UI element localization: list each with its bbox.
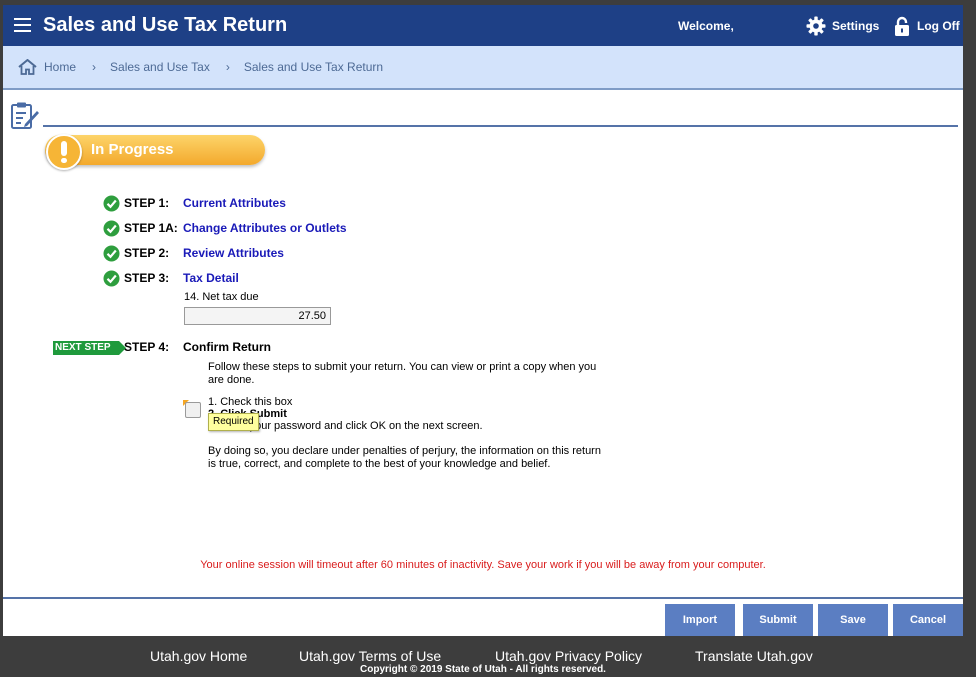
- cancel-button[interactable]: Cancel: [893, 604, 963, 636]
- footer-divider: [3, 597, 963, 599]
- edit-document-icon: [11, 102, 39, 129]
- declaration-text: By doing so, you declare under penalties…: [208, 445, 601, 470]
- footer-link-terms[interactable]: Utah.gov Terms of Use: [299, 648, 441, 664]
- step-4-label: STEP 4:: [124, 340, 170, 354]
- settings-button[interactable]: Settings: [806, 16, 879, 36]
- app-window: Sales and Use Tax Return Welcome, Settin…: [3, 5, 963, 636]
- step-label: STEP 1:: [124, 196, 170, 210]
- step-link-current-attributes[interactable]: Current Attributes: [183, 196, 286, 210]
- confirm-intro-text: Follow these steps to submit your return…: [208, 361, 597, 386]
- top-bar: Sales and Use Tax Return Welcome, Settin…: [3, 5, 963, 46]
- step-4-title: Confirm Return: [183, 340, 271, 354]
- exclamation-icon: [46, 134, 82, 170]
- step-1-row: STEP 1: Current Attributes: [103, 193, 286, 213]
- home-icon[interactable]: [18, 59, 37, 75]
- check-circle-icon: [103, 270, 120, 286]
- step-2-row: STEP 2: Review Attributes: [103, 243, 284, 263]
- step-link-review-attributes[interactable]: Review Attributes: [183, 246, 284, 260]
- copyright-text: Copyright © 2019 State of Utah - All rig…: [360, 664, 606, 675]
- step-label: STEP 1A:: [124, 221, 178, 235]
- lock-icon: [895, 16, 909, 36]
- instruction-enter-password: 3. Enter your password and click OK on t…: [208, 420, 483, 432]
- breadcrumb-home[interactable]: Home: [44, 60, 76, 74]
- net-tax-label: 14. Net tax due: [184, 291, 259, 303]
- next-step-badge: NEXT STEP: [53, 341, 126, 355]
- footer-link-translate[interactable]: Translate Utah.gov: [695, 648, 813, 664]
- gear-icon: [806, 16, 826, 36]
- log-off-label: Log Off: [917, 19, 960, 33]
- breadcrumb-bar: Home › Sales and Use Tax › Sales and Use…: [3, 46, 963, 90]
- chevron-right-icon: ›: [92, 60, 97, 74]
- import-button[interactable]: Import: [665, 604, 735, 636]
- step-link-tax-detail[interactable]: Tax Detail: [183, 271, 239, 285]
- breadcrumb-sales-and-use-tax[interactable]: Sales and Use Tax: [110, 60, 210, 74]
- status-text: In Progress: [91, 141, 174, 158]
- instruction-check-box: 1. Check this box: [208, 396, 293, 408]
- breadcrumb-current-page[interactable]: Sales and Use Tax Return: [244, 60, 383, 74]
- welcome-text: Welcome,: [678, 19, 734, 33]
- step-3-row: STEP 3: Tax Detail: [103, 268, 239, 288]
- step-link-change-attributes[interactable]: Change Attributes or Outlets: [183, 221, 347, 235]
- step-1a-row: STEP 1A: Change Attributes or Outlets: [103, 218, 347, 238]
- confirm-checkbox[interactable]: [185, 402, 201, 418]
- check-circle-icon: [103, 245, 120, 261]
- net-tax-field: 27.50: [184, 307, 331, 325]
- step-label: STEP 2:: [124, 246, 170, 260]
- footer-link-home[interactable]: Utah.gov Home: [150, 648, 247, 664]
- hamburger-menu-icon[interactable]: [14, 18, 31, 33]
- footer-link-privacy[interactable]: Utah.gov Privacy Policy: [495, 648, 642, 664]
- settings-label: Settings: [832, 19, 880, 33]
- breadcrumb: Home › Sales and Use Tax › Sales and Use…: [18, 59, 383, 75]
- session-timeout-notice: Your online session will timeout after 6…: [200, 559, 766, 571]
- app-title: Sales and Use Tax Return: [43, 14, 288, 36]
- submit-button[interactable]: Submit: [743, 604, 813, 636]
- section-divider: [43, 125, 958, 127]
- status-banner: In Progress: [45, 134, 265, 170]
- log-off-button[interactable]: Log Off: [894, 15, 960, 37]
- instruction-click-submit: 2. Click Submit: [208, 408, 287, 420]
- step-label: STEP 3:: [124, 271, 170, 285]
- check-circle-icon: [103, 195, 120, 211]
- check-circle-icon: [103, 220, 120, 236]
- chevron-right-icon: ›: [225, 60, 230, 74]
- save-button[interactable]: Save: [818, 604, 888, 636]
- required-tooltip: Required: [208, 413, 259, 431]
